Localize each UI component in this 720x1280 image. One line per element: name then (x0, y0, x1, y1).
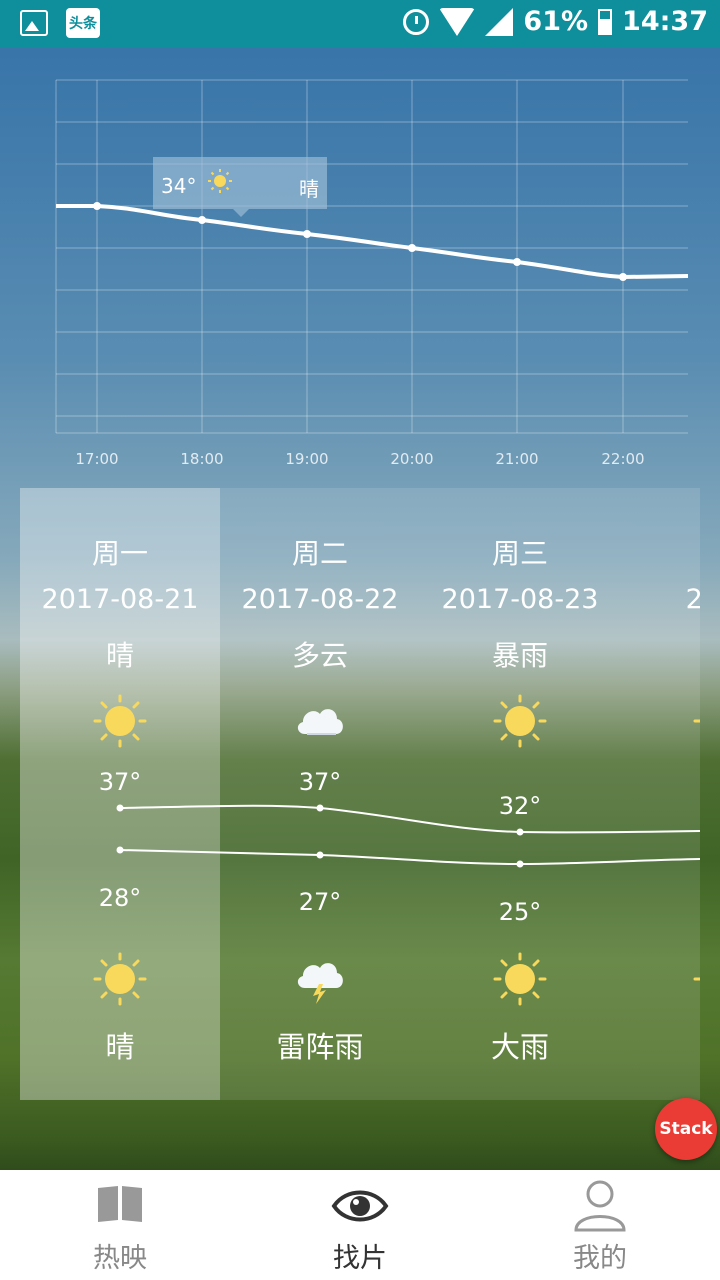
book-icon (98, 1186, 142, 1222)
bottom-navigation: 热映 找片 我的 (0, 1170, 720, 1280)
stack-fab-button[interactable]: Stack (655, 1098, 717, 1160)
nav-item-hot[interactable]: 热映 (0, 1170, 240, 1280)
battery-icon (598, 8, 613, 35)
nav-label: 我的 (573, 1243, 627, 1274)
x-tick-label: 22:00 (601, 450, 645, 468)
hourly-tooltip: 34° 晴 (153, 157, 327, 217)
app-notification-badge: 头条 (66, 8, 100, 38)
nav-label: 热映 (93, 1243, 147, 1274)
clock-time: 14:37 (622, 6, 708, 37)
x-tick-label: 19:00 (285, 450, 329, 468)
tooltip-temp: 34° (161, 174, 197, 198)
x-tick-label: 17:00 (75, 450, 119, 468)
sun-icon (208, 169, 232, 193)
nav-label: 找片 (333, 1243, 387, 1274)
daily-temp-lines (116, 804, 700, 868)
gallery-notification-icon (20, 10, 48, 36)
hourly-chart-grid (55, 79, 689, 434)
x-tick-label: 21:00 (495, 450, 539, 468)
x-tick-label: 20:00 (390, 450, 434, 468)
battery-percent: 61% (523, 6, 589, 37)
nav-item-mine[interactable]: 我的 (480, 1170, 720, 1280)
wifi-icon (439, 7, 476, 36)
signal-icon (485, 7, 514, 36)
person-icon (574, 1180, 626, 1232)
status-bar: 头条 61% 14:37 (0, 0, 720, 48)
x-tick-label: 18:00 (180, 450, 224, 468)
nav-item-find[interactable]: 找片 (240, 1170, 480, 1280)
alarm-icon (403, 8, 430, 35)
hourly-chart[interactable]: 34° 晴 17:00 18:00 19:00 20:00 21:00 22:0… (0, 48, 720, 488)
daily-forecast-panel[interactable]: 周一 2017-08-21 晴 37° 28° 晴 周二 2017-08-22 … (20, 488, 700, 1100)
tooltip-desc: 晴 (299, 177, 319, 201)
eye-icon (331, 1190, 389, 1222)
